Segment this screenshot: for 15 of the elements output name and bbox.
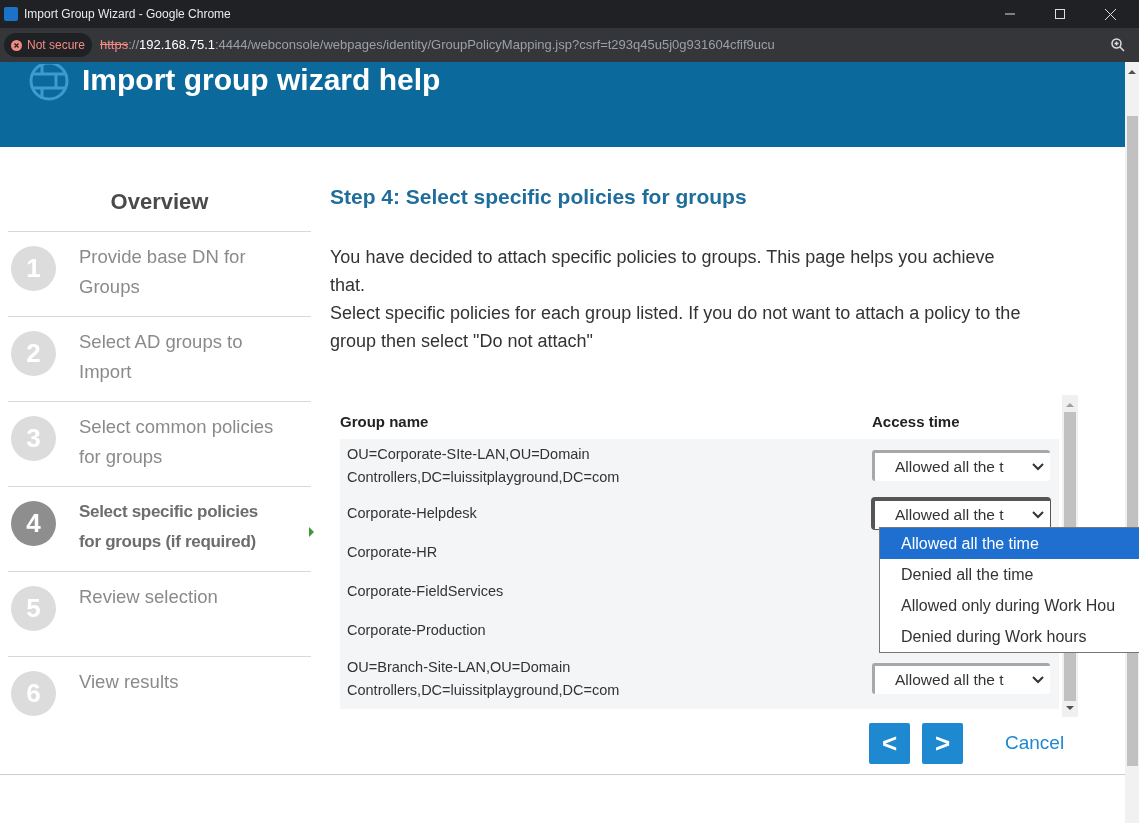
column-header: Access time xyxy=(872,412,960,432)
step-number: 4 xyxy=(11,501,56,546)
column-header: Group name xyxy=(340,412,430,432)
group-name-cell-text: Corporate-HR xyxy=(346,543,439,562)
instruction-text: You have decided to attach specific policies to groups. This page helps you achieve that. xyxy=(330,245,996,297)
group-name-cell-text: Corporate-Helpdesk xyxy=(346,504,478,523)
group-name-cell-text: OU=Corporate-SIte-LAN,OU=Domain Controllers,DC=luissitplayground,DC=com xyxy=(346,444,621,487)
group-name-cell-text: Corporate-FieldServices xyxy=(346,582,505,601)
group-name-cell-text: Corporate-Production xyxy=(346,621,487,640)
group-name-cell-text: OU=Branch-Site-LAN,OU=Domain Controllers,DC=luissitplayground,DC=com xyxy=(346,657,621,700)
instruction-text: Select specific policies for each group listed. If you do not want to attach a policy to the group then select "Do not attach" xyxy=(330,301,1022,353)
window-title: Import Group Wizard - Google Chrome xyxy=(24,6,231,23)
sidebar-title: Overview xyxy=(109,188,210,216)
step-heading: Step 4: Select specific policies for groups xyxy=(330,184,748,210)
page-title: Import group wizard help xyxy=(82,62,441,98)
